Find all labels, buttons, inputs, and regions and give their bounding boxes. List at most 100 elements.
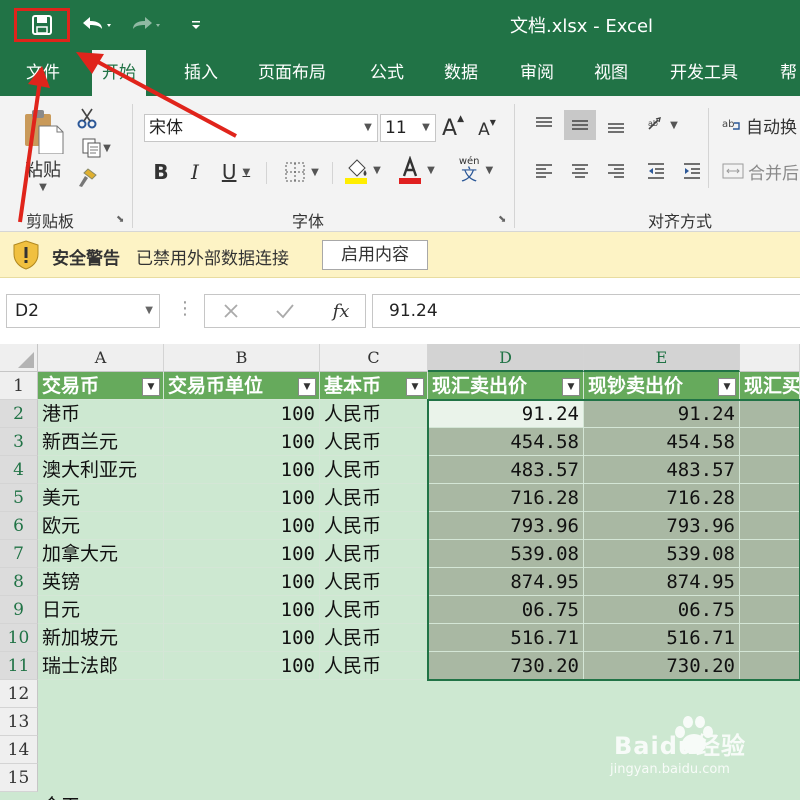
table-cell[interactable]: 人民币 — [320, 456, 428, 484]
table-cell[interactable]: 874.95 — [584, 568, 740, 596]
clipboard-launcher-icon[interactable]: ⬊ — [116, 214, 124, 225]
table-header-cell[interactable]: 交易币单位 ▼ — [164, 372, 320, 400]
italic-button[interactable]: I — [182, 158, 208, 186]
row-header[interactable]: 2 — [0, 400, 38, 428]
undo-button[interactable] — [74, 8, 118, 42]
table-header-cell[interactable]: 基本币 ▼ — [320, 372, 428, 400]
table-cell[interactable]: 874.95 — [428, 568, 584, 596]
filter-dropdown-icon[interactable]: ▼ — [718, 378, 736, 396]
column-header-c[interactable]: C — [320, 344, 428, 372]
formula-input[interactable]: 91.24 — [372, 294, 800, 328]
table-cell[interactable]: 港币 — [38, 400, 164, 428]
align-top-button[interactable] — [528, 110, 560, 140]
table-header-cell[interactable]: 现汇卖出价 ▼ — [428, 372, 584, 400]
cancel-button[interactable] — [219, 299, 243, 323]
merge-center-button[interactable]: 合并后 — [722, 156, 800, 186]
table-cell[interactable] — [740, 624, 800, 652]
table-cell[interactable]: 加拿大元 — [38, 540, 164, 568]
tab-review[interactable]: 审阅 — [520, 50, 554, 96]
table-cell[interactable]: 483.57 — [584, 456, 740, 484]
underline-button[interactable]: U ▼ — [216, 158, 256, 186]
row-header[interactable]: 4 — [0, 456, 38, 484]
enter-button[interactable] — [273, 299, 297, 323]
filter-dropdown-icon[interactable]: ▼ — [562, 378, 580, 396]
table-cell[interactable]: 人民币 — [320, 568, 428, 596]
filter-dropdown-icon[interactable]: ▼ — [298, 378, 316, 396]
cut-button[interactable] — [74, 106, 100, 130]
table-cell[interactable]: 人民币 — [320, 624, 428, 652]
table-cell[interactable]: 美元 — [38, 484, 164, 512]
table-cell[interactable]: 454.58 — [584, 428, 740, 456]
bold-button[interactable]: B — [148, 158, 174, 186]
table-cell[interactable]: 人民币 — [320, 512, 428, 540]
table-cell[interactable]: 100 — [164, 512, 320, 540]
table-cell[interactable]: 793.96 — [428, 512, 584, 540]
tab-page-layout[interactable]: 页面布局 — [258, 50, 326, 96]
table-cell[interactable]: 100 — [164, 484, 320, 512]
table-cell[interactable]: 100 — [164, 428, 320, 456]
table-cell[interactable]: 100 — [164, 568, 320, 596]
table-cell[interactable]: 516.71 — [428, 624, 584, 652]
table-cell[interactable] — [740, 596, 800, 624]
table-cell[interactable] — [740, 568, 800, 596]
column-header-e[interactable]: E — [584, 344, 740, 372]
customize-toolbar-button[interactable] — [184, 8, 208, 42]
grow-font-button[interactable]: A ▲ — [440, 114, 466, 142]
partial-cell[interactable]: 合工 — [38, 792, 164, 800]
table-cell[interactable]: 516.71 — [584, 624, 740, 652]
tab-insert[interactable]: 插入 — [184, 50, 218, 96]
align-center-button[interactable] — [564, 156, 596, 186]
table-cell[interactable]: 454.58 — [428, 428, 584, 456]
align-bottom-button[interactable] — [600, 110, 632, 140]
row-header[interactable]: 3 — [0, 428, 38, 456]
column-header-d[interactable]: D — [428, 344, 584, 372]
font-name-combo[interactable]: 宋体 ▼ — [144, 114, 378, 142]
table-cell[interactable]: 瑞士法郎 — [38, 652, 164, 680]
insert-function-button[interactable]: fx — [325, 297, 357, 325]
font-size-combo[interactable]: 11 ▼ — [380, 114, 436, 142]
table-cell[interactable] — [740, 400, 800, 428]
wrap-text-button[interactable]: ab 自动换 — [722, 110, 800, 140]
table-cell[interactable]: 91.24 — [428, 400, 584, 428]
table-cell[interactable] — [740, 652, 800, 680]
table-cell[interactable]: 100 — [164, 652, 320, 680]
row-header[interactable]: 15 — [0, 764, 38, 792]
table-cell[interactable]: 英镑 — [38, 568, 164, 596]
row-header[interactable]: 14 — [0, 736, 38, 764]
table-cell[interactable]: 日元 — [38, 596, 164, 624]
formula-bar-grip-icon[interactable]: ⋮ — [176, 298, 194, 319]
table-cell[interactable]: 483.57 — [428, 456, 584, 484]
table-cell[interactable]: 欧元 — [38, 512, 164, 540]
table-cell[interactable]: 539.08 — [428, 540, 584, 568]
table-cell[interactable] — [740, 512, 800, 540]
table-cell[interactable]: 539.08 — [584, 540, 740, 568]
table-cell[interactable]: 100 — [164, 456, 320, 484]
tab-file[interactable]: 文件 — [26, 50, 60, 96]
copy-button[interactable]: ▼ — [74, 136, 118, 160]
decrease-indent-button[interactable] — [640, 156, 672, 186]
align-left-button[interactable] — [528, 156, 560, 186]
row-header[interactable]: 5 — [0, 484, 38, 512]
table-cell[interactable] — [740, 540, 800, 568]
font-color-button[interactable]: ▼ — [392, 154, 440, 186]
table-cell[interactable]: 人民币 — [320, 428, 428, 456]
row-header[interactable]: 9 — [0, 596, 38, 624]
table-cell[interactable] — [740, 428, 800, 456]
table-cell[interactable]: 730.20 — [584, 652, 740, 680]
filter-dropdown-icon[interactable]: ▼ — [142, 378, 160, 396]
row-header[interactable]: 13 — [0, 708, 38, 736]
column-header-b[interactable]: B — [164, 344, 320, 372]
table-cell[interactable]: 人民币 — [320, 596, 428, 624]
table-cell[interactable]: 91.24 — [584, 400, 740, 428]
row-header[interactable]: 10 — [0, 624, 38, 652]
table-header-cell[interactable]: 交易币 ▼ — [38, 372, 164, 400]
orientation-button[interactable]: ab ▼ — [640, 110, 684, 140]
increase-indent-button[interactable] — [676, 156, 708, 186]
tab-home[interactable]: 开始 — [92, 50, 146, 96]
table-cell[interactable]: 澳大利亚元 — [38, 456, 164, 484]
redo-button[interactable] — [124, 8, 168, 42]
enable-content-button[interactable]: 启用内容 — [322, 240, 428, 270]
column-header-f[interactable] — [740, 344, 800, 372]
table-cell[interactable]: 716.28 — [428, 484, 584, 512]
tab-data[interactable]: 数据 — [444, 50, 478, 96]
